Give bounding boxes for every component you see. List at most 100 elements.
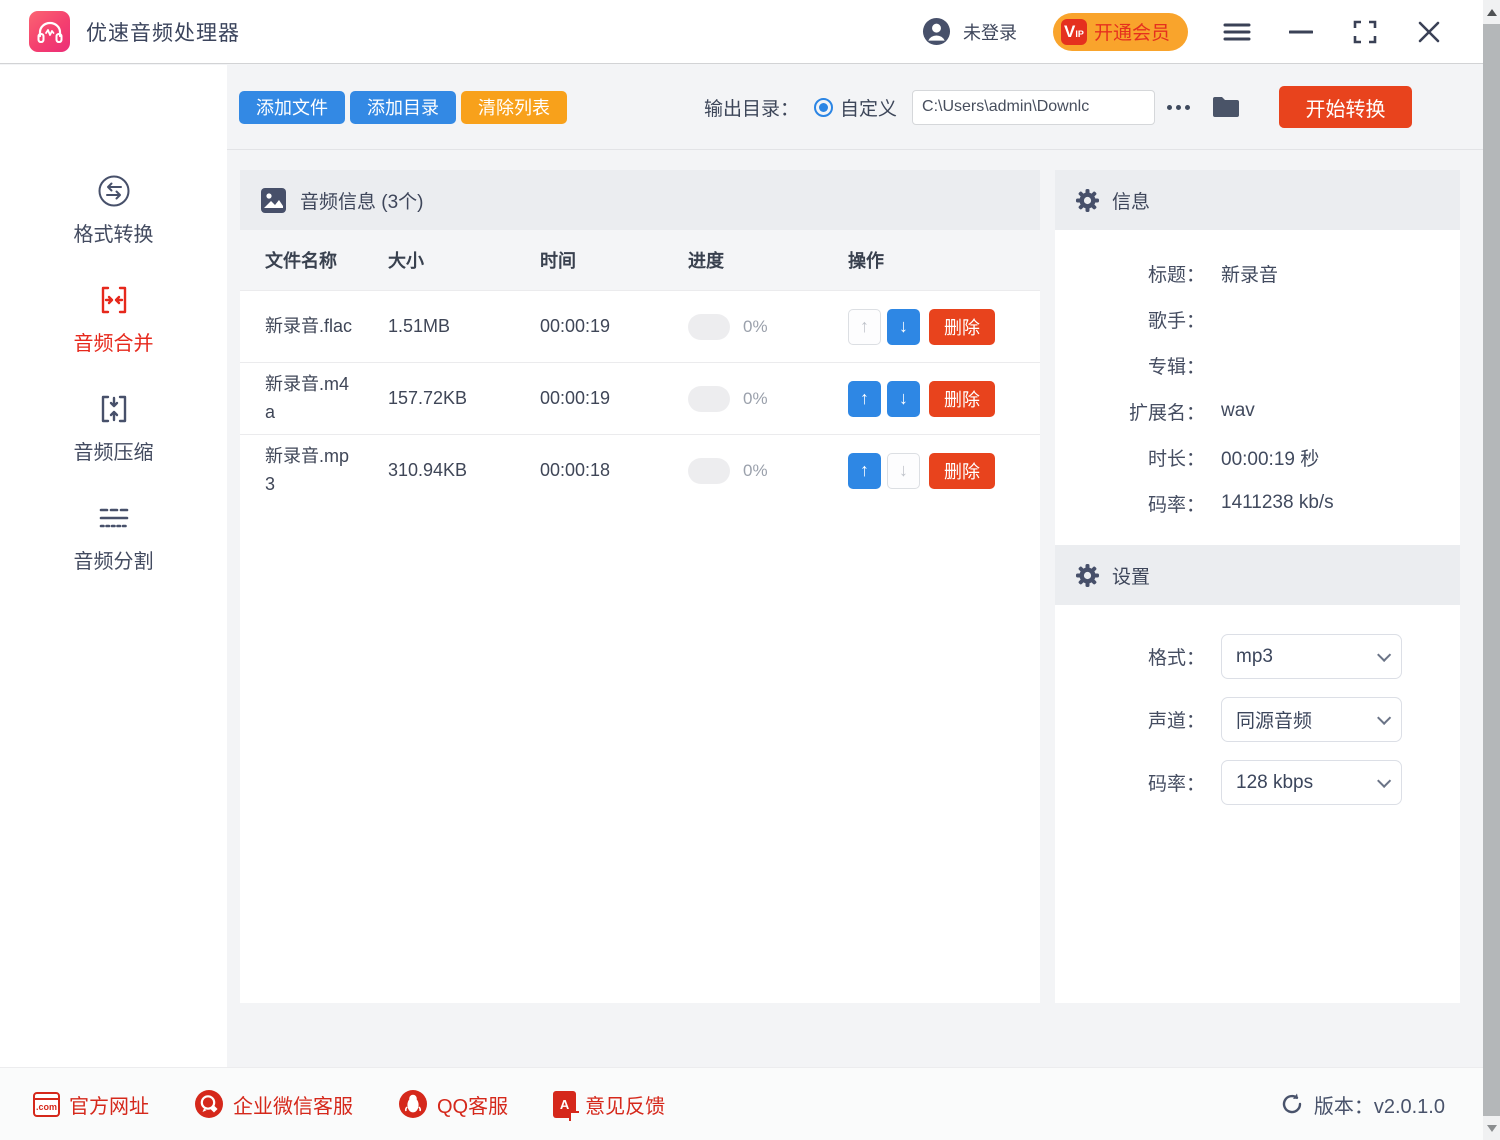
- delete-button[interactable]: 删除: [929, 381, 995, 417]
- qq-icon: [398, 1089, 428, 1119]
- website-icon: .com: [33, 1092, 60, 1117]
- wechat-icon: [194, 1089, 224, 1119]
- info-value: 新录音: [1221, 260, 1278, 287]
- settings-gear-icon: [1075, 563, 1100, 588]
- sidebar-item-audio-split[interactable]: 音频分割: [74, 499, 154, 574]
- app-logo-icon: [29, 11, 70, 52]
- file-time: 00:00:18: [540, 460, 688, 481]
- vip-icon: VIP: [1061, 19, 1087, 45]
- sidebar-item-audio-merge[interactable]: 音频合并: [74, 281, 154, 356]
- add-directory-button[interactable]: 添加目录: [350, 91, 456, 124]
- main-content: 添加文件 添加目录 清除列表 输出目录： 自定义 开始转换: [227, 65, 1483, 1067]
- scroll-up-icon[interactable]: [1483, 0, 1500, 24]
- table-row: 新录音.flac 1.51MB 00:00:19 0% ↑ ↓ 删除: [240, 290, 1040, 362]
- qq-support-link[interactable]: QQ客服: [398, 1089, 508, 1119]
- move-up-button[interactable]: ↑: [848, 381, 881, 417]
- format-convert-icon: [96, 172, 132, 210]
- audio-compress-icon: [97, 390, 131, 428]
- col-actions: 操作: [848, 247, 1040, 273]
- sidebar-item-label: 音频合并: [74, 327, 154, 356]
- info-title: 信息: [1112, 187, 1150, 214]
- setting-label: 码率：: [1055, 769, 1205, 796]
- file-name: 新录音.mp3: [240, 443, 388, 499]
- menu-icon[interactable]: [1222, 17, 1252, 47]
- custom-radio[interactable]: [814, 98, 833, 117]
- move-down-button[interactable]: ↓: [887, 453, 920, 489]
- progress-bar: [688, 458, 730, 484]
- info-label: 专辑：: [1055, 352, 1205, 379]
- info-value: wav: [1221, 400, 1255, 422]
- col-size: 大小: [388, 247, 540, 273]
- refresh-icon[interactable]: [1280, 1092, 1304, 1116]
- login-status[interactable]: 未登录: [963, 19, 1017, 45]
- move-down-button[interactable]: ↓: [887, 309, 920, 345]
- delete-button[interactable]: 删除: [929, 453, 995, 489]
- file-size: 310.94KB: [388, 460, 540, 481]
- info-label: 时长：: [1055, 444, 1205, 471]
- sidebar-item-format-convert[interactable]: 格式转换: [74, 172, 154, 247]
- table-row: 新录音.m4a 157.72KB 00:00:19 0% ↑ ↓ 删除: [240, 362, 1040, 434]
- official-site-link[interactable]: .com 官方网址: [33, 1090, 149, 1119]
- settings-body: 格式： mp3 声道： 同源音频 码率： 128 kb: [1055, 625, 1460, 814]
- col-progress: 进度: [688, 247, 848, 273]
- chevron-down-icon: [1377, 773, 1391, 787]
- clear-list-button[interactable]: 清除列表: [461, 91, 567, 124]
- move-up-button[interactable]: ↑: [848, 309, 881, 345]
- vertical-scrollbar[interactable]: [1483, 0, 1500, 1140]
- wechat-support-link[interactable]: 企业微信客服: [194, 1089, 353, 1119]
- version-label: 版本：v2.0.1.0: [1314, 1090, 1445, 1119]
- table-column-header: 文件名称 大小 时间 进度 操作: [240, 230, 1040, 290]
- scrollbar-thumb[interactable]: [1483, 24, 1500, 1116]
- app-window: 优速音频处理器 未登录 VIP 开通会员: [0, 0, 1500, 1140]
- progress-bar: [688, 386, 730, 412]
- maximize-button[interactable]: [1350, 17, 1380, 47]
- info-label: 码率：: [1055, 490, 1205, 517]
- col-time: 时间: [540, 247, 688, 273]
- move-up-button[interactable]: ↑: [848, 453, 881, 489]
- info-header: 信息: [1055, 170, 1460, 230]
- close-button[interactable]: [1414, 17, 1444, 47]
- vip-button[interactable]: VIP 开通会员: [1053, 13, 1188, 51]
- browse-more-icon[interactable]: [1167, 97, 1190, 117]
- vip-label: 开通会员: [1094, 18, 1170, 45]
- settings-header: 设置: [1055, 545, 1460, 605]
- start-convert-button[interactable]: 开始转换: [1279, 86, 1412, 128]
- file-time: 00:00:19: [540, 388, 688, 409]
- sidebar-item-label: 音频压缩: [74, 436, 154, 465]
- minimize-button[interactable]: [1286, 17, 1316, 47]
- info-settings-panel: 信息 标题：新录音 歌手： 专辑： 扩展名：wav 时长：00:00:19 秒 …: [1055, 170, 1460, 1003]
- sidebar: 格式转换 音频合并 音频压缩: [0, 65, 227, 1067]
- move-down-button[interactable]: ↓: [887, 381, 920, 417]
- add-file-button[interactable]: 添加文件: [239, 91, 345, 124]
- channel-select[interactable]: 同源音频: [1221, 697, 1402, 742]
- footer-bar: .com 官方网址 企业微信客服 QQ客服 A 意见反馈: [0, 1067, 1483, 1140]
- audio-info-icon: [260, 187, 287, 214]
- scroll-down-icon[interactable]: [1483, 1116, 1500, 1140]
- audio-split-icon: [96, 499, 132, 537]
- format-select[interactable]: mp3: [1221, 634, 1402, 679]
- audio-list-panel: 音频信息 (3个) 文件名称 大小 时间 进度 操作 新录音.flac 1.51…: [240, 170, 1040, 1003]
- output-dir-label: 输出目录：: [704, 94, 799, 121]
- info-label: 歌手：: [1055, 306, 1205, 333]
- bitrate-select[interactable]: 128 kbps: [1221, 760, 1402, 805]
- open-folder-icon[interactable]: [1212, 95, 1240, 119]
- progress-percent: 0%: [743, 389, 768, 409]
- user-avatar[interactable]: [922, 17, 951, 46]
- chevron-down-icon: [1377, 647, 1391, 661]
- file-name: 新录音.m4a: [240, 371, 388, 427]
- file-time: 00:00:19: [540, 316, 688, 337]
- sidebar-item-audio-compress[interactable]: 音频压缩: [74, 390, 154, 465]
- app-title: 优速音频处理器: [86, 17, 240, 47]
- info-value: 1411238 kb/s: [1221, 492, 1334, 514]
- info-body: 标题：新录音 歌手： 专辑： 扩展名：wav 时长：00:00:19 秒 码率：…: [1055, 230, 1460, 526]
- file-name: 新录音.flac: [240, 313, 388, 341]
- chevron-down-icon: [1377, 710, 1391, 724]
- feedback-link[interactable]: A 意见反馈: [553, 1090, 665, 1119]
- output-path-input[interactable]: [912, 90, 1155, 125]
- audio-merge-icon: [97, 281, 131, 319]
- feedback-icon: A: [553, 1091, 576, 1118]
- info-value: 00:00:19 秒: [1221, 444, 1319, 471]
- file-size: 1.51MB: [388, 316, 540, 337]
- audio-list-header: 音频信息 (3个): [240, 170, 1040, 230]
- delete-button[interactable]: 删除: [929, 309, 995, 345]
